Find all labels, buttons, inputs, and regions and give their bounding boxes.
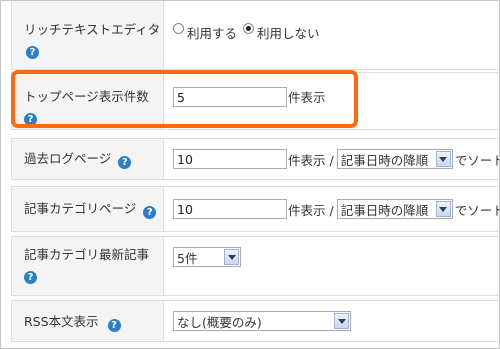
rss-body-label: RSS本文表示: [24, 314, 99, 329]
label-cell: RSS本文表示 ?: [12, 301, 164, 341]
help-icon[interactable]: ?: [143, 206, 157, 219]
chevron-down-icon[interactable]: [435, 151, 451, 167]
top-page-count-label: トップページ表示件数: [24, 89, 149, 104]
top-page-count-value: 件表示: [165, 73, 499, 129]
help-icon[interactable]: ?: [118, 156, 132, 169]
chevron-down-icon[interactable]: [435, 201, 451, 217]
rich-text-editor-options: 利用する 利用しない: [165, 1, 499, 69]
chevron-down-icon[interactable]: [334, 313, 349, 329]
settings-panel: リッチテキストエディタ ? 利用する 利用しない トップページ表示件数 ? 件表…: [0, 0, 500, 349]
archive-page-value: 件表示 / 記事日時の降順 でソート: [165, 139, 500, 179]
help-icon[interactable]: ?: [107, 319, 121, 332]
radio-use[interactable]: [173, 23, 184, 34]
archive-sort-selected: 記事日時の降順: [340, 152, 429, 168]
help-icon[interactable]: ?: [26, 46, 39, 59]
category-sort-trailing: でソート: [454, 202, 500, 218]
radio-not-use-label[interactable]: 利用しない: [257, 23, 320, 42]
category-sort-select[interactable]: 記事日時の降順: [336, 199, 453, 219]
label-cell: トップページ表示件数 ?: [12, 73, 164, 129]
archive-count-suffix: 件表示 /: [288, 152, 334, 168]
category-latest-select[interactable]: 5件: [173, 247, 241, 267]
category-page-value: 件表示 / 記事日時の降順 でソート: [165, 187, 500, 231]
archive-page-label: 過去ログページ: [24, 151, 112, 166]
archive-sort-select[interactable]: 記事日時の降順: [336, 149, 453, 169]
category-page-label: 記事カテゴリページ: [24, 201, 137, 216]
top-page-count-suffix: 件表示: [288, 90, 326, 105]
category-latest-value: 5件: [165, 237, 499, 295]
label-cell: 記事カテゴリ最新記事 ?: [12, 237, 164, 295]
row-rich-text-editor: リッチテキストエディタ ? 利用する 利用しない: [11, 1, 499, 70]
rich-text-editor-label: リッチテキストエディタ: [24, 22, 161, 37]
category-count-suffix: 件表示 /: [288, 202, 334, 218]
row-archive-page: 過去ログページ ? 件表示 / 記事日時の降順 でソート: [11, 138, 500, 180]
rss-body-selected: なし(概要のみ): [177, 314, 262, 330]
category-sort-selected: 記事日時の降順: [340, 202, 429, 218]
label-cell: 記事カテゴリページ ?: [12, 187, 164, 231]
chevron-down-icon[interactable]: [224, 249, 239, 265]
label-cell: 過去ログページ ?: [12, 139, 164, 179]
row-category-latest: 記事カテゴリ最新記事 ? 5件: [11, 236, 499, 296]
row-category-page: 記事カテゴリページ ? 件表示 / 記事日時の降順 でソート: [11, 186, 500, 232]
archive-count-input[interactable]: [173, 149, 287, 169]
category-latest-label: 記事カテゴリ最新記事: [24, 247, 150, 262]
radio-not-use[interactable]: [243, 23, 255, 34]
label-cell: リッチテキストエディタ ?: [12, 1, 164, 69]
radio-use-label[interactable]: 利用する: [187, 23, 237, 42]
archive-sort-trailing: でソート: [454, 152, 500, 168]
rss-body-select[interactable]: なし(概要のみ): [173, 311, 351, 331]
rss-body-value: なし(概要のみ): [165, 301, 499, 341]
category-count-input[interactable]: [173, 199, 287, 219]
row-top-page-count: トップページ表示件数 ? 件表示: [11, 72, 499, 130]
help-icon[interactable]: ?: [24, 113, 37, 126]
category-latest-selected: 5件: [177, 250, 198, 266]
row-rss-body: RSS本文表示 ? なし(概要のみ): [11, 300, 499, 342]
help-icon[interactable]: ?: [24, 271, 37, 284]
top-page-count-input[interactable]: [173, 87, 287, 107]
